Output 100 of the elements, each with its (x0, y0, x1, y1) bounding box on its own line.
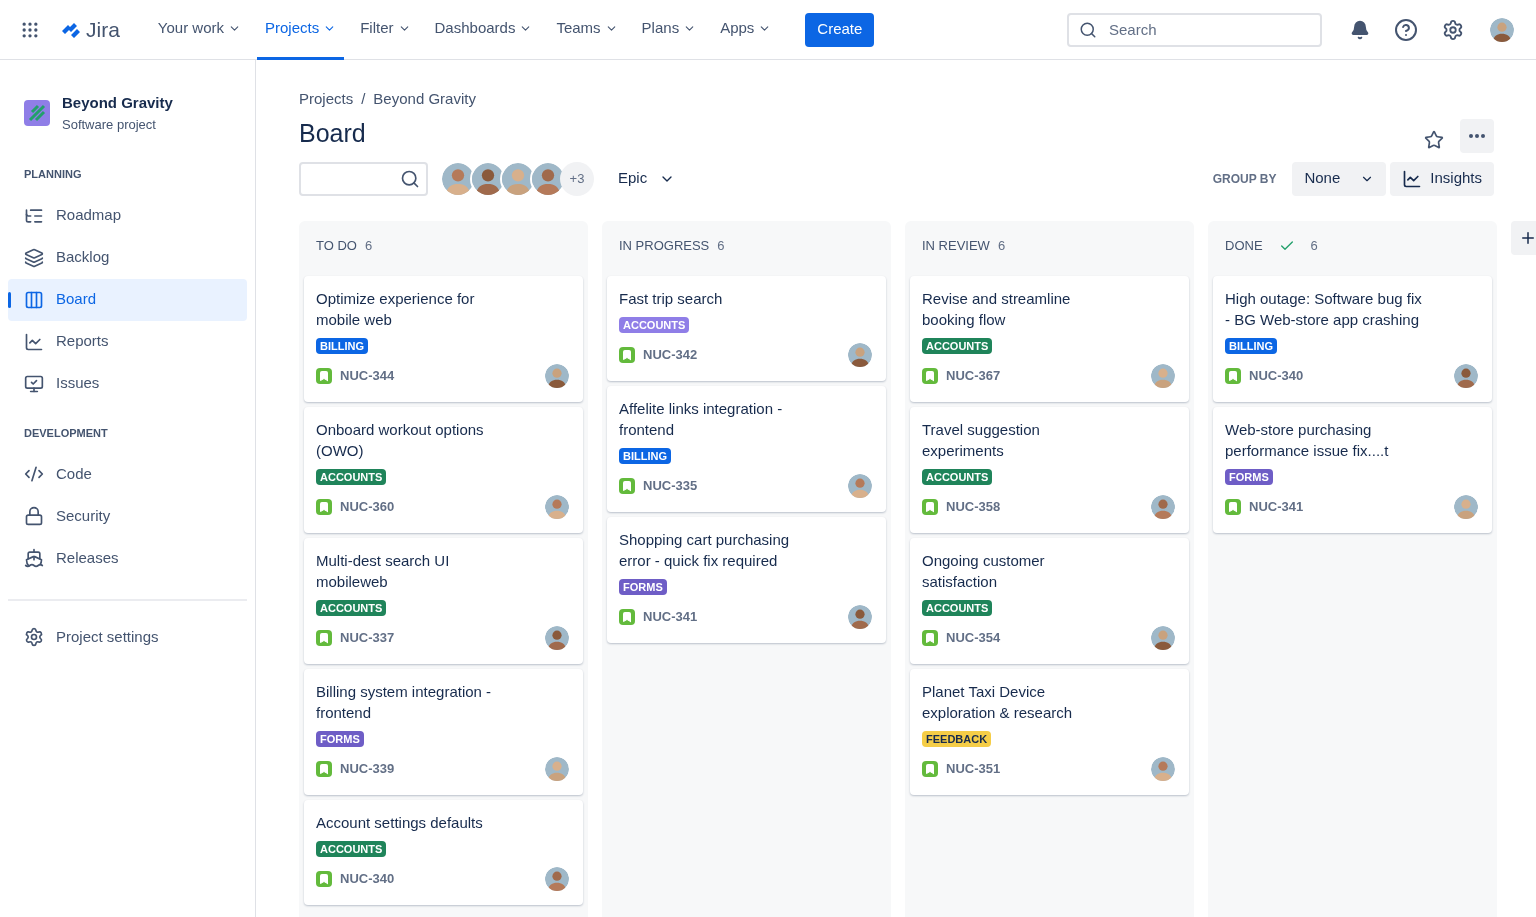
issue-card[interactable]: Revise and streamline booking flow ACCOUNTS NUC-367 (910, 275, 1189, 402)
issue-card[interactable]: Fast trip search ACCOUNTS NUC-342 (607, 275, 886, 381)
group-by-dropdown[interactable]: None (1292, 161, 1387, 196)
issue-title: Planet Taxi Device exploration & research (922, 681, 1074, 723)
sidebar-item[interactable]: Roadmap (8, 194, 247, 237)
releases-icon (24, 548, 44, 568)
avatar (543, 623, 571, 652)
story-icon (316, 367, 332, 384)
issue-key: NUC-339 (340, 758, 395, 779)
issue-card[interactable]: High outage: Software bug fix - BG Web-store app crashing BILLING NUC-340 (1213, 275, 1492, 402)
star-icon[interactable] (1424, 129, 1444, 150)
nav-menu[interactable]: Dashboards (426, 0, 541, 60)
story-icon (316, 760, 332, 777)
settings-icon[interactable] (1442, 18, 1464, 41)
avatar (543, 754, 571, 783)
issue-card[interactable]: Planet Taxi Device exploration & research FEEDBACK NUC-351 (910, 668, 1189, 795)
issue-card[interactable]: Account settings defaults ACCOUNTS NUC-340 (304, 799, 583, 905)
settings-icon (24, 627, 44, 647)
issue-card[interactable]: Multi-dest search UI mobileweb ACCOUNTS NUC-337 (304, 537, 583, 664)
notifications-icon[interactable] (1350, 19, 1370, 40)
backlog-icon (24, 247, 44, 268)
epic-tag: ACCOUNTS (316, 599, 387, 616)
breadcrumb-link[interactable]: Beyond Gravity (373, 88, 476, 111)
epic-tag: ACCOUNTS (316, 468, 387, 485)
epic-tag: ACCOUNTS (922, 599, 993, 616)
issue-card[interactable]: Billing system integration - frontend FORMS NUC-339 (304, 668, 583, 795)
issue-title: High outage: Software bug fix - BG Web-store app crashing (1225, 288, 1423, 330)
sidebar-item[interactable]: Reports (8, 320, 247, 363)
nav-menu[interactable]: Filter (352, 0, 419, 60)
avatar (1149, 492, 1177, 521)
column-count: 6 (1310, 236, 1318, 255)
search-field[interactable]: Search (1067, 12, 1322, 47)
issue-key: NUC-340 (340, 868, 395, 889)
create-button[interactable]: Create (805, 12, 875, 47)
sidebar-item[interactable]: Code (8, 453, 247, 495)
avatar (1149, 754, 1177, 783)
issue-title: Fast trip search (619, 288, 724, 309)
more-avatars-count[interactable]: +3 (560, 161, 594, 196)
issues-icon (24, 373, 44, 394)
issue-key: NUC-335 (643, 475, 698, 496)
epic-tag: ACCOUNTS (619, 316, 690, 333)
sidebar-item[interactable]: Project settings (8, 617, 247, 657)
column-name: IN PROGRESS (619, 236, 710, 255)
insights-button[interactable]: Insights (1390, 161, 1494, 196)
project-name: Beyond Gravity (62, 93, 173, 113)
issue-key: NUC-360 (340, 496, 395, 517)
epic-dropdown[interactable]: Epic (618, 167, 676, 190)
issue-card[interactable]: Ongoing customer satisfaction ACCOUNTS NUC-354 (910, 537, 1189, 664)
code-icon (24, 464, 44, 484)
issue-card[interactable]: Web-store purchasing performance issue fix....t FORMS NUC-341 (1213, 406, 1492, 533)
issue-card[interactable]: Affelite links integration - frontend BILLING NUC-335 (607, 385, 886, 512)
column-count: 6 (717, 236, 725, 255)
issue-card[interactable]: Optimize experience for mobile web BILLING NUC-344 (304, 275, 583, 402)
column-count: 6 (997, 236, 1006, 255)
issue-key: NUC-342 (643, 344, 698, 365)
issue-title: Shopping cart purchasing error - quick fix required (619, 529, 791, 571)
column-count: 6 (364, 236, 373, 255)
avatar (846, 602, 874, 631)
issue-title: Revise and streamline booking flow (922, 288, 1072, 330)
issue-card[interactable]: Shopping cart purchasing error - quick fix required FORMS NUC-341 (607, 516, 886, 643)
sidebar-item[interactable]: Issues (8, 362, 247, 405)
avatar (1149, 361, 1177, 390)
add-column-button[interactable] (1511, 220, 1536, 255)
avatar (1452, 361, 1480, 390)
issue-card[interactable]: Travel suggestion experiments ACCOUNTS NUC-358 (910, 406, 1189, 533)
nav-menu[interactable]: Teams (548, 0, 626, 60)
sidebar-item[interactable]: Releases (8, 537, 247, 579)
more-button[interactable] (1460, 118, 1494, 153)
product-name: Jira (86, 16, 120, 43)
nav-menu[interactable]: Your work (149, 0, 249, 60)
issue-title: Affelite links integration - frontend (619, 398, 784, 440)
section-heading: PLANNING (23, 167, 83, 182)
story-icon (316, 498, 332, 515)
help-icon[interactable] (1394, 17, 1418, 42)
story-icon (922, 629, 938, 646)
nav-menu[interactable]: Projects (257, 0, 345, 60)
breadcrumb-link[interactable]: Projects (299, 88, 354, 111)
reports-icon (24, 331, 44, 352)
issue-key: NUC-340 (1249, 365, 1304, 386)
epic-tag: FEEDBACK (922, 730, 992, 747)
board-search-field[interactable] (299, 161, 428, 196)
nav-menu[interactable]: Apps (712, 0, 780, 60)
security-icon (24, 506, 44, 526)
sidebar-item[interactable]: Backlog (8, 236, 247, 279)
column-name: IN REVIEW (922, 236, 990, 255)
epic-tag: ACCOUNTS (922, 468, 993, 485)
search-icon (1079, 20, 1097, 39)
issue-key: NUC-351 (946, 758, 1001, 779)
story-icon (922, 367, 938, 384)
sidebar-item[interactable]: Security (8, 495, 247, 537)
more-icon (1469, 133, 1485, 138)
epic-tag: ACCOUNTS (922, 337, 993, 354)
issue-title: Ongoing customer satisfaction (922, 550, 1046, 592)
nav-menu[interactable]: Plans (633, 0, 705, 60)
story-icon (619, 346, 635, 363)
sidebar-item[interactable]: Board (8, 278, 247, 321)
story-icon (316, 629, 332, 646)
issue-card[interactable]: Onboard workout options (OWO) ACCOUNTS NUC-360 (304, 406, 583, 533)
epic-tag: FORMS (316, 730, 364, 747)
avatar (1452, 492, 1480, 521)
